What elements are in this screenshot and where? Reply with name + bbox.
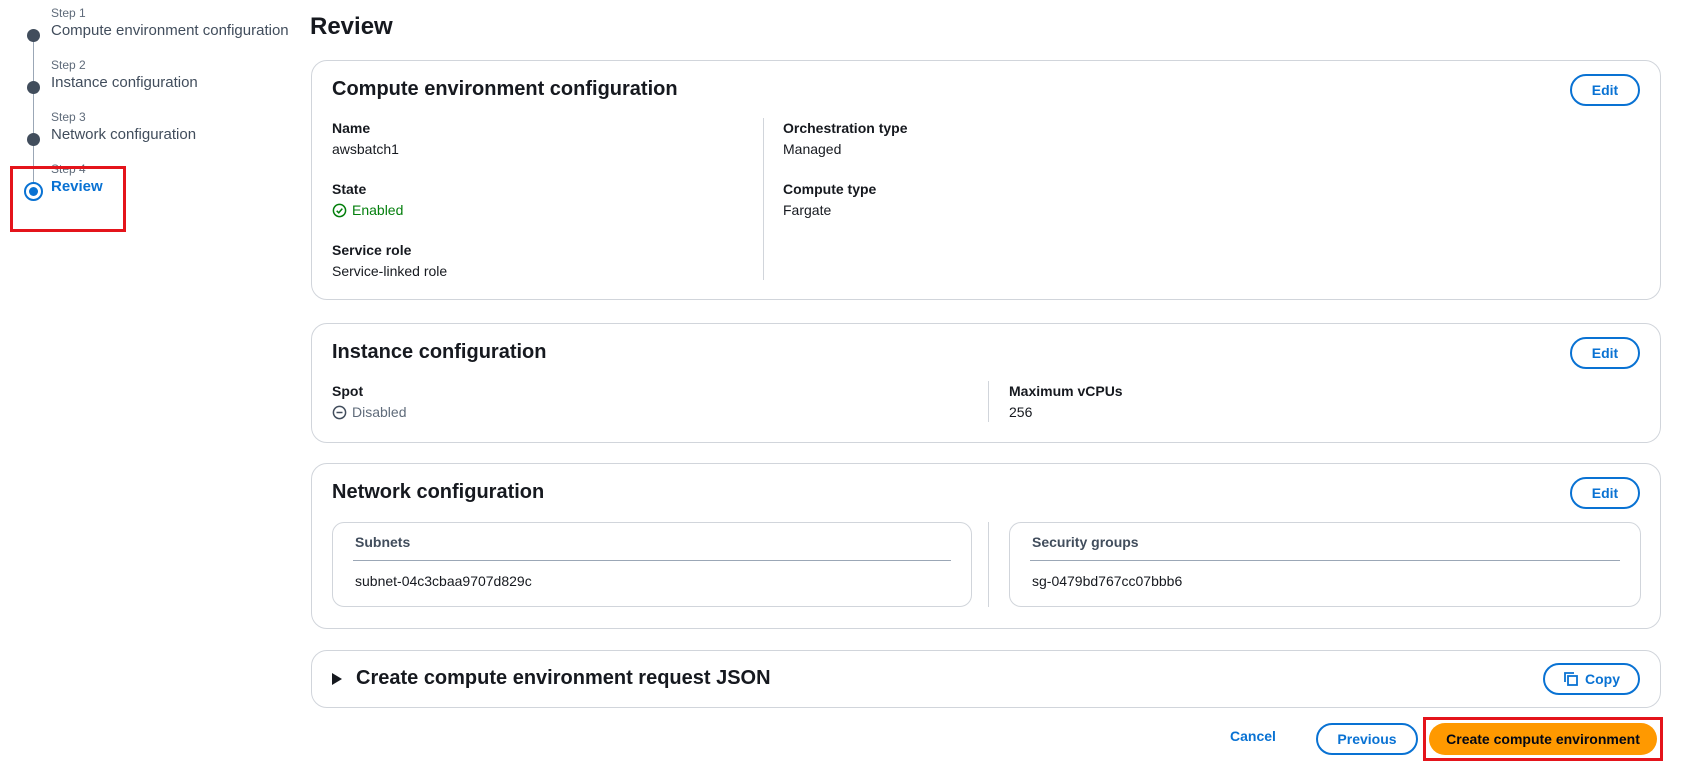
check-circle-icon [332,203,347,217]
request-json-expandable: Create compute environment request JSON … [311,650,1661,708]
field-value: Fargate [783,202,832,218]
step-title: Compute environment configuration [51,22,289,39]
step-indicator [27,81,40,94]
field-value: Managed [783,141,842,157]
caret-right-icon [332,672,342,685]
field-value: Disabled [332,404,406,420]
orchestration-type-field: Orchestration type Managed [783,120,907,157]
step-1[interactable]: Step 1 Compute environment configuration [0,2,300,54]
security-group-id: sg-0479bd767cc07bbb6 [1032,573,1183,589]
field-label: Spot [332,383,364,399]
minus-circle-icon [332,405,347,419]
header-divider [353,560,951,561]
step-title: Instance configuration [51,74,198,91]
edit-network-configuration-button[interactable]: Edit [1570,477,1640,509]
copy-button-label: Copy [1585,671,1620,687]
step-indicator [27,29,40,42]
step-number: Step 2 [51,58,86,72]
field-value: Service-linked role [332,263,448,279]
column-divider [763,118,764,280]
copy-json-button[interactable]: Copy [1543,663,1640,695]
step-number: Step 1 [51,6,86,20]
field-value: 256 [1009,404,1033,420]
field-label: Compute type [783,181,877,197]
subnets-table: Subnets subnet-04c3cbaa9707d829c [332,522,972,607]
edit-compute-environment-button[interactable]: Edit [1570,74,1640,106]
field-value: awsbatch1 [332,141,399,157]
card-title: Network configuration [332,481,545,503]
field-label: Maximum vCPUs [1009,383,1123,399]
network-configuration-card: Network configuration Edit Subnets subne… [311,463,1661,629]
highlight-box-create-button [1423,717,1663,761]
subnet-id: subnet-04c3cbaa9707d829c [355,573,532,589]
compute-environment-card: Compute environment configuration Edit N… [311,60,1661,300]
compute-type-field: Compute type Fargate [783,181,876,218]
security-groups-header: Security groups [1032,534,1139,550]
card-title: Compute environment configuration [332,78,678,100]
instance-configuration-card: Instance configuration Edit Spot Disable… [311,323,1661,443]
field-label: Name [332,120,371,136]
expandable-title: Create compute environment request JSON [356,667,771,689]
expand-toggle[interactable]: Create compute environment request JSON [332,667,771,690]
name-field: Name awsbatch1 [332,120,399,157]
column-divider [988,522,989,607]
step-3[interactable]: Step 3 Network configuration [0,106,300,158]
state-field: State Enabled [332,181,403,218]
highlight-box-active-step [10,166,126,232]
step-2[interactable]: Step 2 Instance configuration [0,54,300,106]
spot-status-text: Disabled [352,404,407,420]
field-label: Service role [332,242,412,258]
step-title: Network configuration [51,126,197,143]
field-label: Orchestration type [783,120,908,136]
copy-icon [1564,672,1578,686]
cancel-button[interactable]: Cancel [1230,728,1276,744]
column-divider [988,381,989,422]
service-role-field: Service role Service-linked role [332,242,447,279]
header-divider [1030,560,1620,561]
card-title: Instance configuration [332,341,547,363]
subnets-header: Subnets [355,534,411,550]
page-title: Review [310,13,393,40]
previous-button[interactable]: Previous [1316,723,1418,755]
step-indicator [27,133,40,146]
spot-field: Spot Disabled [332,383,406,420]
maximum-vcpus-field: Maximum vCPUs 256 [1009,383,1123,420]
field-label: State [332,181,367,197]
security-groups-table: Security groups sg-0479bd767cc07bbb6 [1009,522,1641,607]
state-status-text: Enabled [352,202,404,218]
edit-instance-configuration-button[interactable]: Edit [1570,337,1640,369]
step-number: Step 3 [51,110,86,124]
field-value: Enabled [332,202,403,218]
